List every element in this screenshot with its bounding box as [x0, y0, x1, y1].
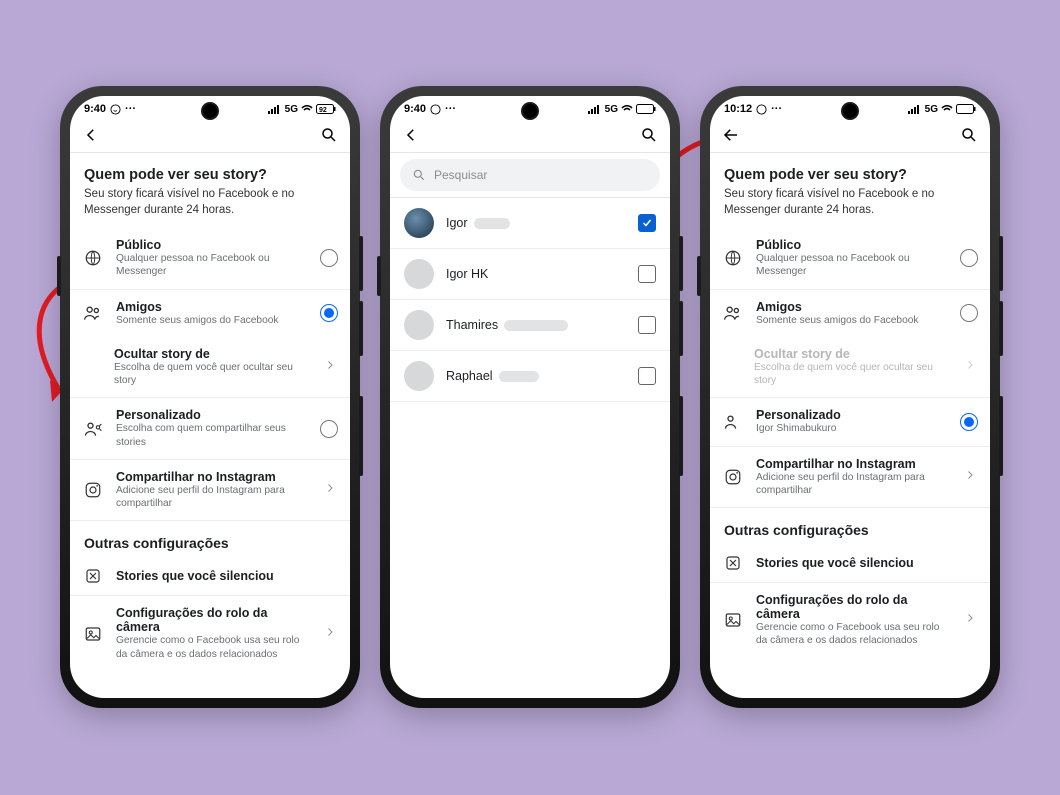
signal-icon: [268, 104, 282, 114]
search-placeholder: Pesquisar: [434, 168, 487, 182]
option-public[interactable]: PúblicoQualquer pessoa no Facebook ou Me…: [710, 228, 990, 290]
search-icon[interactable]: [960, 126, 978, 144]
page-subtitle: Seu story ficará visível no Facebook e n…: [70, 187, 350, 228]
option-camera-roll[interactable]: Configurações do rolo da câmeraGerencie …: [70, 596, 350, 671]
page-title: Quem pode ver seu story?: [70, 153, 350, 187]
option-camera-roll[interactable]: Configurações do rolo da câmeraGerencie …: [710, 583, 990, 658]
chevron-right-icon: [324, 481, 338, 499]
chevron-right-icon: [964, 611, 978, 629]
option-instagram[interactable]: Compartilhar no InstagramAdicione seu pe…: [710, 447, 990, 509]
battery-icon: 92: [316, 104, 336, 114]
redacted-text: [499, 371, 539, 382]
user-name: Igor HK: [446, 267, 626, 281]
user-row[interactable]: Thamires: [390, 300, 670, 351]
option-public[interactable]: PúblicoQualquer pessoa no Facebook ou Me…: [70, 228, 350, 290]
option-friends[interactable]: AmigosSomente seus amigos do Facebook: [710, 290, 990, 337]
user-checkbox[interactable]: [638, 214, 656, 232]
back-arrow-icon[interactable]: [722, 126, 740, 144]
option-hide[interactable]: Ocultar story deEscolha de quem você que…: [70, 337, 350, 399]
chevron-right-icon: [324, 625, 338, 643]
avatar: [404, 310, 434, 340]
user-row[interactable]: Raphael: [390, 351, 670, 402]
back-icon[interactable]: [82, 126, 100, 144]
muted-icon: [82, 567, 104, 585]
option-instagram[interactable]: Compartilhar no InstagramAdicione seu pe…: [70, 460, 350, 522]
friends-icon: [82, 304, 104, 322]
battery-icon: [956, 104, 976, 114]
phone-3: 10:12 ··· 5G Quem pode ver seu story? Se…: [700, 86, 1000, 708]
phone-1: 9:40 ··· 5G 92 Quem pode ver seu story? …: [60, 86, 360, 708]
back-icon[interactable]: [402, 126, 420, 144]
chevron-right-icon: [324, 358, 338, 376]
option-friends[interactable]: AmigosSomente seus amigos do Facebook: [70, 290, 350, 337]
option-custom[interactable]: PersonalizadoEscolha com quem compartilh…: [70, 398, 350, 460]
phone-2: 9:40 ··· 5G Pesquisar IgorIgor HKThamire…: [380, 86, 680, 708]
search-icon: [412, 168, 426, 182]
avatar: [404, 208, 434, 238]
section-other: Outras configurações: [70, 521, 350, 557]
radio-custom[interactable]: [320, 420, 338, 438]
image-icon: [722, 611, 744, 629]
muted-icon: [722, 554, 744, 572]
signal-icon: [908, 104, 922, 114]
radio-friends[interactable]: [320, 304, 338, 322]
custom-people-icon: [82, 420, 104, 438]
whatsapp-icon: [110, 104, 121, 115]
chevron-right-icon: [964, 468, 978, 486]
user-row[interactable]: Igor HK: [390, 249, 670, 300]
radio-custom[interactable]: [960, 413, 978, 431]
status-net: 5G: [285, 104, 298, 115]
user-name: Raphael: [446, 369, 626, 383]
option-muted[interactable]: Stories que você silenciou: [70, 557, 350, 596]
user-name: Igor: [446, 216, 626, 230]
option-muted[interactable]: Stories que você silenciou: [710, 544, 990, 583]
page-subtitle: Seu story ficará visível no Facebook e n…: [710, 187, 990, 228]
radio-friends[interactable]: [960, 304, 978, 322]
avatar: [404, 361, 434, 391]
search-input[interactable]: Pesquisar: [400, 159, 660, 191]
battery-icon: [636, 104, 656, 114]
user-checkbox[interactable]: [638, 367, 656, 385]
user-name: Thamires: [446, 318, 626, 332]
wifi-icon: [621, 104, 633, 114]
image-icon: [82, 625, 104, 643]
status-time: 9:40: [84, 103, 106, 115]
section-other: Outras configurações: [710, 508, 990, 544]
custom-people-icon: [722, 413, 744, 431]
globe-icon: [722, 249, 744, 267]
instagram-icon: [722, 468, 744, 486]
instagram-icon: [82, 481, 104, 499]
redacted-text: [474, 218, 510, 229]
whatsapp-icon: [430, 104, 441, 115]
radio-public[interactable]: [320, 249, 338, 267]
signal-icon: [588, 104, 602, 114]
whatsapp-icon: [756, 104, 767, 115]
search-icon[interactable]: [320, 126, 338, 144]
camera-hole: [203, 104, 217, 118]
avatar: [404, 259, 434, 289]
globe-icon: [82, 249, 104, 267]
wifi-icon: [301, 104, 313, 114]
option-custom[interactable]: PersonalizadoIgor Shimabukuro: [710, 398, 990, 446]
redacted-text: [504, 320, 568, 331]
user-checkbox[interactable]: [638, 265, 656, 283]
chevron-right-icon: [964, 358, 978, 376]
option-hide: Ocultar story deEscolha de quem você que…: [710, 337, 990, 399]
wifi-icon: [941, 104, 953, 114]
user-checkbox[interactable]: [638, 316, 656, 334]
user-row[interactable]: Igor: [390, 198, 670, 249]
page-title: Quem pode ver seu story?: [710, 153, 990, 187]
search-icon[interactable]: [640, 126, 658, 144]
radio-public[interactable]: [960, 249, 978, 267]
svg-text:92: 92: [319, 107, 327, 114]
friends-icon: [722, 304, 744, 322]
